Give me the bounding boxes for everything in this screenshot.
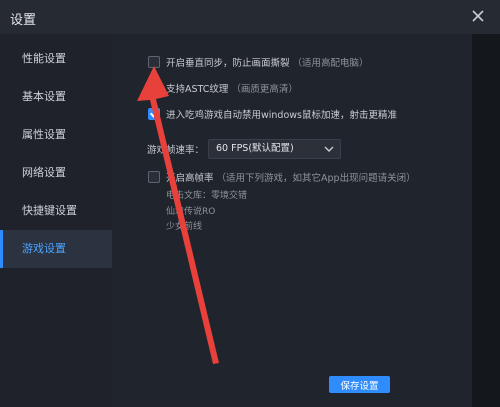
vsync-option[interactable]: 开启垂直同步，防止画面撕裂 （适用高配电脑） [148,55,369,69]
close-icon[interactable] [468,6,488,26]
astc-checkbox[interactable] [148,82,160,94]
sidebar-item-performance[interactable]: 性能设置 [0,40,112,78]
sidebar-item-game[interactable]: 游戏设置 [0,230,112,268]
vsync-note: （适用高配电脑） [292,58,369,69]
sidebar-item-properties[interactable]: 属性设置 [0,116,112,154]
sidebar-item-shortcuts[interactable]: 快捷键设置 [0,192,112,230]
list-item: 电击文库：零境交错 [166,191,248,201]
sidebar-item-network[interactable]: 网络设置 [0,154,112,192]
sidebar-item-label: 游戏设置 [22,242,66,255]
list-item: 仙境传说RO [166,207,216,217]
fps-label: 游戏帧速率： [147,145,205,156]
list-item: 少女前线 [166,222,203,232]
title-bar: 设置 [0,0,500,34]
mouse-accel-option[interactable]: 进入吃鸡游戏自动禁用windows鼠标加速，射击更精准 [148,107,397,121]
astc-option[interactable]: 支持ASTC纹理 （画质更高清） [148,81,298,95]
sidebar-item-basic[interactable]: 基本设置 [0,78,112,116]
sidebar-item-label: 性能设置 [22,52,66,65]
high-frame-note: （适用下列游戏，如其它App出现问题请关闭） [216,173,416,184]
fps-selected-value: 60 FPS(默认配置) [216,143,294,154]
sidebar-item-label: 基本设置 [22,90,66,103]
mouse-accel-label: 进入吃鸡游戏自动禁用windows鼠标加速，射击更精准 [166,110,397,121]
window-edge [472,34,500,407]
sidebar-item-label: 属性设置 [22,128,66,141]
high-frame-option[interactable]: 开启高帧率 （适用下列游戏，如其它App出现问题请关闭） [148,170,416,184]
fps-select[interactable]: 60 FPS(默认配置) [208,139,341,159]
vsync-checkbox[interactable] [148,56,160,68]
high-frame-checkbox[interactable] [148,171,160,183]
chevron-down-icon [324,146,334,152]
astc-note: （画质更高清） [231,84,298,95]
vsync-label: 开启垂直同步，防止画面撕裂 [166,58,290,69]
window-title: 设置 [10,13,37,28]
mouse-accel-checkbox[interactable] [148,108,160,120]
astc-label: 支持ASTC纹理 [166,84,229,95]
sidebar-item-label: 网络设置 [22,166,66,179]
save-button[interactable]: 保存设置 [329,376,390,393]
high-frame-label: 开启高帧率 [166,173,214,184]
sidebar-item-label: 快捷键设置 [22,204,77,217]
sidebar: 性能设置 基本设置 属性设置 网络设置 快捷键设置 游戏设置 [0,34,112,407]
